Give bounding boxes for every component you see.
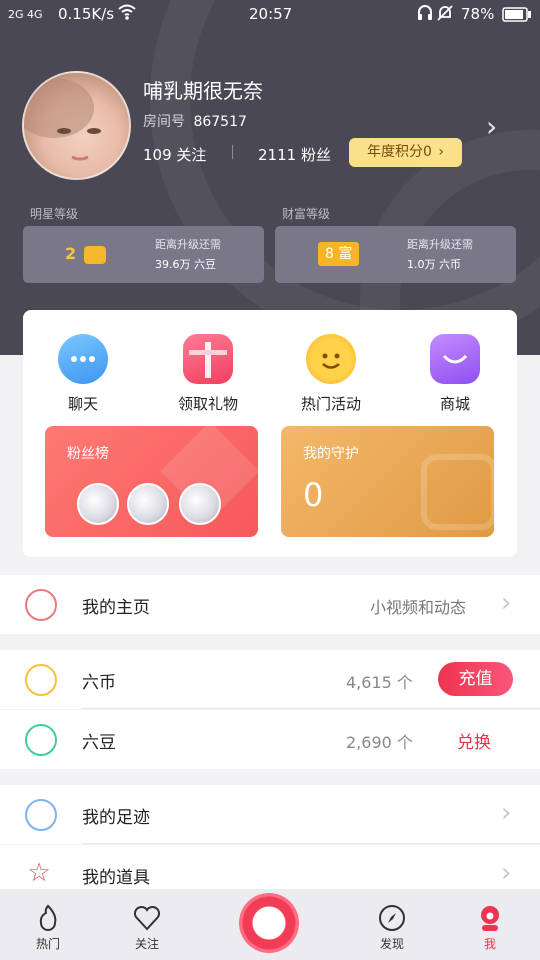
- room-label: 房间号: [143, 114, 185, 130]
- user-name: 哺乳期很无奈: [143, 79, 263, 103]
- status-bar: 2G 4G 0.15K/s 20:57 78%: [0, 0, 540, 30]
- star-upgrade-hint: 距离升级还需: [155, 238, 221, 251]
- guard-count: 0: [303, 476, 324, 514]
- feature-label: 聊天: [67, 395, 98, 413]
- feature-panel: 聊天 领取礼物 热门活动 商城 粉丝榜 我的守护 0: [23, 310, 517, 557]
- row-divider: [82, 708, 540, 709]
- chevron-right-icon: ›: [501, 858, 512, 888]
- signal-indicator: 2G 4G: [8, 8, 43, 21]
- heart-icon: [132, 903, 162, 933]
- tab-me[interactable]: 我: [455, 889, 525, 952]
- tab-label: 发现: [379, 937, 404, 951]
- row-label: 六币: [82, 673, 116, 693]
- feature-events[interactable]: 热门活动: [281, 334, 381, 414]
- row-beans[interactable]: 六豆 2,690 个 兑换: [0, 710, 540, 769]
- exchange-button[interactable]: 兑换: [457, 728, 491, 753]
- feature-label: 领取礼物: [177, 395, 238, 413]
- star-level-label: 明星等级: [30, 207, 79, 221]
- star-icon: ☆: [27, 858, 51, 888]
- smiley-sun-icon: [306, 334, 356, 384]
- row-coins[interactable]: 六币 4,615 个 充值: [0, 650, 540, 709]
- annual-points-button[interactable]: 年度积分0 ›: [349, 138, 462, 167]
- my-guard-card[interactable]: 我的守护 0: [281, 426, 494, 537]
- flame-icon: [33, 903, 63, 933]
- live-broadcast-button[interactable]: [239, 893, 299, 953]
- coin-balance: 4,615 个: [346, 673, 413, 692]
- tab-label: 关注: [134, 937, 159, 951]
- tab-label: 我: [483, 937, 496, 951]
- tab-discover[interactable]: 发现: [357, 889, 427, 952]
- person-icon: [475, 903, 505, 933]
- star-level-number: 2: [65, 244, 77, 263]
- row-label: 我的主页: [82, 598, 150, 618]
- row-divider: [82, 843, 540, 844]
- stats-divider: [232, 145, 233, 159]
- row-label: 六豆: [82, 733, 116, 753]
- star-level-card[interactable]: 2 距离升级还需 39.6万 六豆: [23, 226, 264, 283]
- room-id: 867517: [193, 114, 247, 130]
- wealth-level-label: 财富等级: [282, 207, 331, 221]
- feature-chat[interactable]: 聊天: [33, 334, 133, 414]
- fans-count[interactable]: 2111 粉丝: [258, 144, 331, 165]
- fans-rank-title: 粉丝榜: [67, 446, 109, 462]
- bean-balance: 2,690 个: [346, 733, 413, 752]
- network-speed: 0.15K/s: [58, 5, 115, 23]
- mute-bell-icon: [436, 4, 454, 26]
- gift-box-icon: [183, 334, 233, 384]
- rank-avatar-1: [77, 483, 119, 525]
- chevron-right-icon: ›: [501, 798, 512, 828]
- tab-follow[interactable]: 关注: [112, 889, 182, 952]
- chat-bubble-icon: [58, 334, 108, 384]
- row-label: 我的足迹: [82, 808, 150, 828]
- battery-icon: [502, 7, 532, 26]
- star-level-badge: 2: [65, 242, 106, 266]
- person-circle-icon: [25, 589, 57, 621]
- shopping-bag-icon: [430, 334, 480, 384]
- rank-avatar-3: [179, 483, 221, 525]
- tab-hot[interactable]: 热门: [13, 889, 83, 952]
- room-number: 房间号 867517: [143, 111, 247, 131]
- recharge-button[interactable]: 充值: [438, 662, 513, 696]
- wealth-upgrade-need: 1.0万 六币: [407, 258, 461, 271]
- row-label: 我的道具: [82, 868, 150, 888]
- tab-label: 热门: [35, 937, 60, 951]
- rank-avatar-2: [127, 483, 169, 525]
- star-upgrade-need: 39.6万 六豆: [155, 258, 216, 271]
- row-footprint[interactable]: 我的足迹 ›: [0, 785, 540, 844]
- feature-gift[interactable]: 领取礼物: [158, 334, 258, 414]
- bean-icon: [25, 724, 57, 756]
- coin-icon: [25, 664, 57, 696]
- avatar[interactable]: [22, 71, 131, 180]
- guard-title: 我的守护: [303, 446, 359, 462]
- wealth-upgrade-hint: 距离升级还需: [407, 238, 473, 251]
- wealth-level-badge: 8 富: [318, 242, 360, 266]
- clock: 20:57: [249, 5, 293, 23]
- headset-icon: [416, 4, 434, 26]
- row-value: 小视频和动态: [370, 598, 467, 617]
- shield-icon: [421, 454, 494, 530]
- clock-icon: [25, 799, 57, 831]
- feature-label: 热门活动: [300, 395, 361, 413]
- chevron-right-icon: ›: [501, 588, 512, 618]
- feature-label: 商城: [439, 395, 470, 413]
- annual-points-label: 年度积分0: [367, 144, 432, 160]
- fans-rank-card[interactable]: 粉丝榜: [45, 426, 258, 537]
- battery-percent: 78%: [461, 5, 495, 23]
- crown-icon: [83, 245, 106, 264]
- following-count[interactable]: 109 关注: [143, 144, 206, 165]
- feature-shop[interactable]: 商城: [405, 334, 505, 414]
- wifi-icon: [118, 3, 136, 25]
- row-homepage[interactable]: 我的主页 小视频和动态 ›: [0, 575, 540, 634]
- wealth-level-card[interactable]: 8 富 距离升级还需 1.0万 六币: [275, 226, 516, 283]
- profile-chevron-right-icon[interactable]: ›: [486, 110, 497, 143]
- compass-icon: [377, 903, 407, 933]
- chevron-right-icon: ›: [438, 144, 444, 160]
